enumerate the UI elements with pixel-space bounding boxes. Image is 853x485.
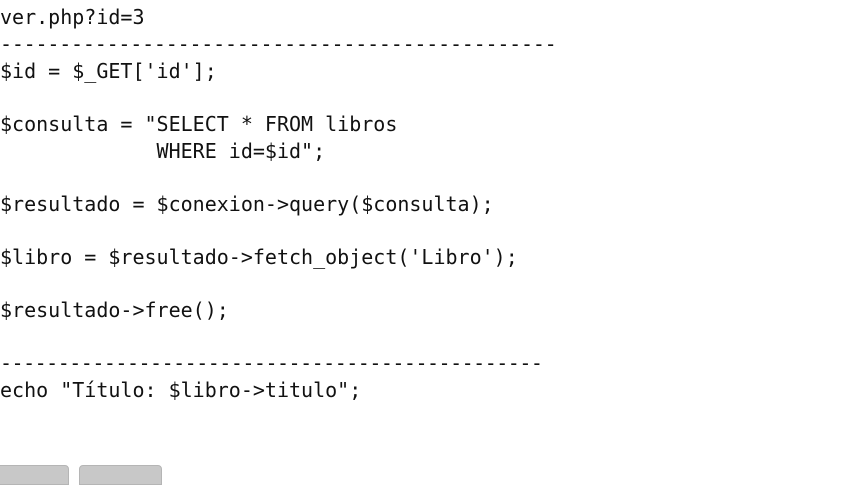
code-line-url: ver.php?id=3 [0,5,145,29]
code-separator-bottom: ----------------------------------------… [0,351,543,375]
code-line-free: $resultado->free(); [0,298,229,322]
code-line-query: $resultado = $conexion->query($consulta)… [0,192,494,216]
code-line-fetch: $libro = $resultado->fetch_object('Libro… [0,245,518,269]
code-line-echo: echo "Título: $libro->titulo"; [0,378,362,402]
code-line-get-id: $id = $_GET['id']; [0,59,217,83]
code-line-consulta-2: WHERE id=$id"; [0,139,326,163]
code-line-consulta-1: $consulta = "SELECT * FROM libros [0,112,398,136]
partial-button-left[interactable] [0,465,69,485]
code-separator-top: ----------------------------------------… [0,32,557,56]
partial-button-right[interactable] [79,465,162,485]
